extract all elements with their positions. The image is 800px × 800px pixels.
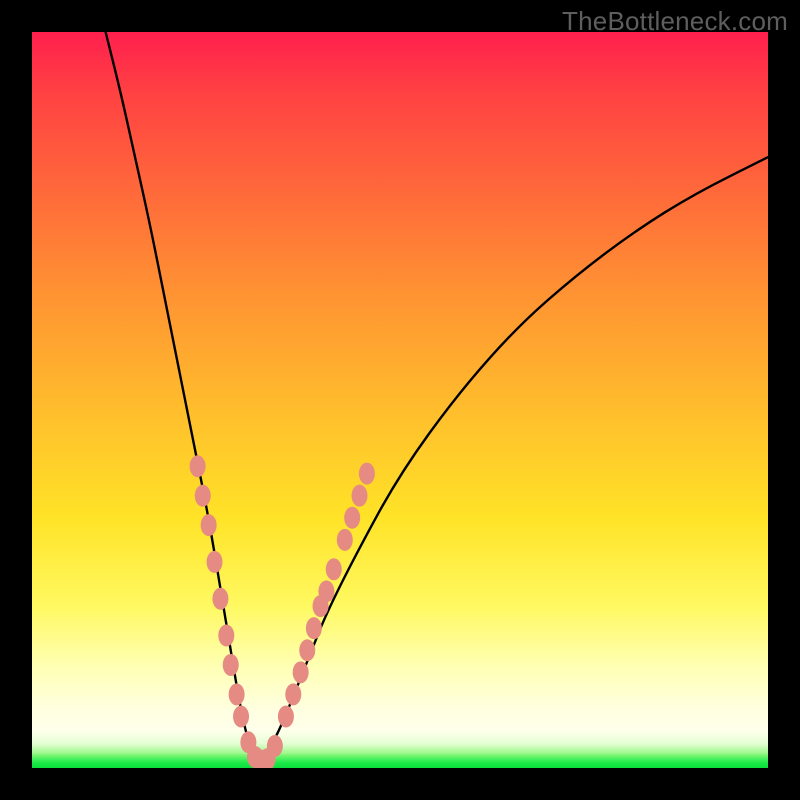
highlight-dot xyxy=(337,529,353,551)
highlight-dot xyxy=(326,558,342,580)
highlight-dot xyxy=(212,588,228,610)
bottleneck-curve-right xyxy=(260,157,768,764)
highlight-dot xyxy=(201,514,217,536)
highlight-dot xyxy=(318,580,334,602)
chart-frame: TheBottleneck.com xyxy=(0,0,800,800)
highlight-dot xyxy=(267,735,283,757)
highlight-dot xyxy=(218,625,234,647)
highlight-dot xyxy=(278,705,294,727)
highlight-dot xyxy=(223,654,239,676)
highlight-dot xyxy=(352,485,368,507)
highlight-dot xyxy=(233,705,249,727)
highlight-dot xyxy=(195,485,211,507)
highlight-dot xyxy=(293,661,309,683)
bottleneck-curve-left xyxy=(106,32,261,764)
highlight-dot xyxy=(207,551,223,573)
highlight-dot xyxy=(306,617,322,639)
watermark-text: TheBottleneck.com xyxy=(562,6,788,37)
highlight-dot xyxy=(190,455,206,477)
highlight-dot xyxy=(299,639,315,661)
highlight-dot xyxy=(229,683,245,705)
highlight-dot xyxy=(359,463,375,485)
highlight-dot xyxy=(285,683,301,705)
highlight-dot xyxy=(344,507,360,529)
highlight-dots-group xyxy=(190,455,375,768)
curve-layer xyxy=(32,32,768,768)
plot-area xyxy=(32,32,768,768)
